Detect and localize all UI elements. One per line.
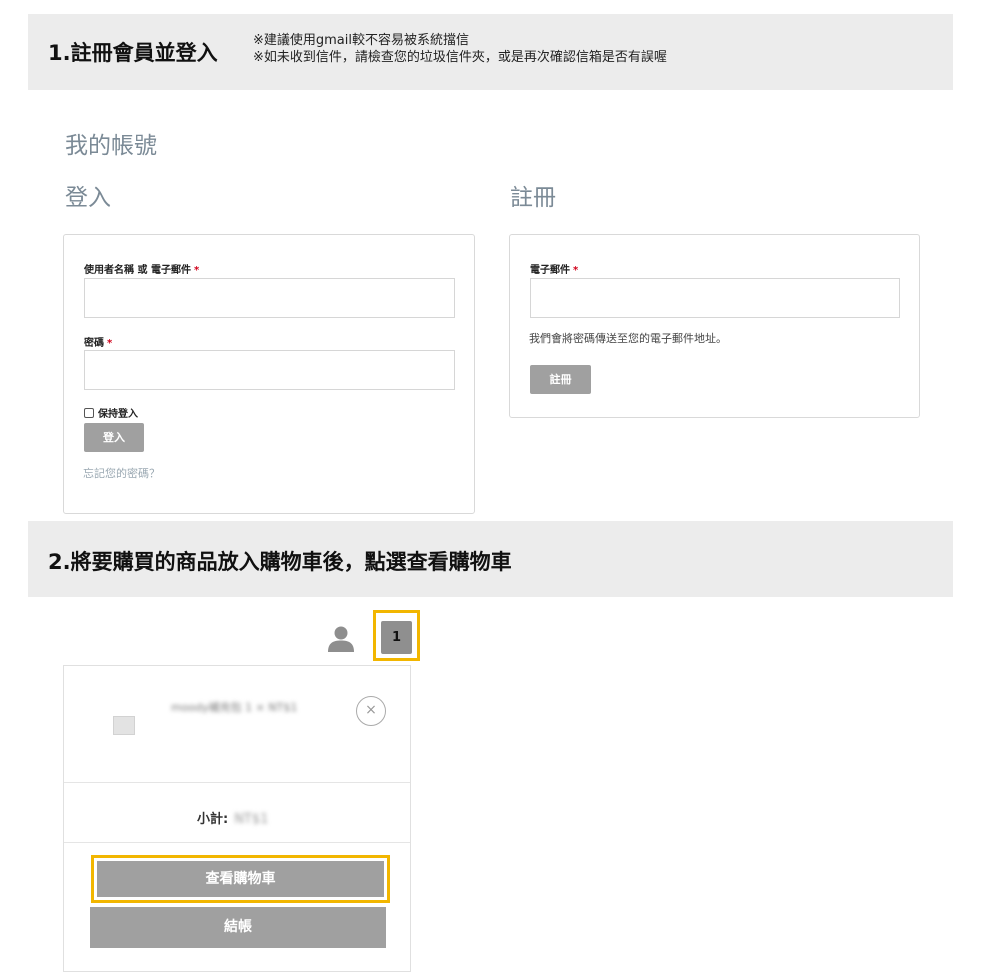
remove-item-button[interactable]: × [356,696,386,726]
remember-me[interactable]: 保持登入 [84,405,138,420]
login-heading: 登入 [65,185,111,211]
user-icon[interactable] [327,624,355,652]
required-mark: * [193,265,200,276]
register-note: 我們會將密碼傳送至您的電子郵件地址。 [529,332,727,345]
username-input[interactable] [84,278,455,318]
register-heading: 註冊 [510,185,556,211]
page-title: 我的帳號 [65,133,157,159]
step1-note-spam: ※如未收到信件，請檢查您的垃圾信件夾，或是再次確認信箱是否有誤喔 [253,50,667,65]
subtotal: 小計: NT$1 [197,808,268,827]
product-image-placeholder-icon [113,716,135,735]
step1-notes: ※建議使用gmail較不容易被系統擋信 ※如未收到信件，請檢查您的垃圾信件夾，或… [253,32,667,66]
step2-title: 2.將要購買的商品放入購物車後，點選查看購物車 [48,550,512,574]
step2-banner: 2.將要購買的商品放入購物車後，點選查看購物車 [28,521,953,597]
register-button[interactable]: 註冊 [530,365,591,394]
register-form: 電子郵件 * 我們會將密碼傳送至您的電子郵件地址。 註冊 [509,234,920,418]
view-cart-button[interactable]: 查看購物車 [97,861,384,897]
password-input[interactable] [84,350,455,390]
checkout-button[interactable]: 結帳 [90,907,386,948]
register-email-label: 電子郵件 * [530,265,579,276]
required-mark: * [107,338,113,349]
forgot-password-link[interactable]: 忘記您的密碼？ [83,465,160,481]
username-label: 使用者名稱 或 電子郵件 * [84,265,200,276]
password-label: 密碼 * [84,338,113,349]
remember-label: 保持登入 [98,409,138,420]
subtotal-value: NT$1 [234,812,269,827]
divider [64,842,410,843]
divider [64,782,410,783]
step1-title: 1.註冊會員並登入 [48,41,218,65]
subtotal-label: 小計: [197,812,229,827]
login-button[interactable]: 登入 [84,423,144,452]
step1-banner: 1.註冊會員並登入 ※建議使用gmail較不容易被系統擋信 ※如未收到信件，請檢… [28,14,953,90]
required-mark: * [573,265,579,276]
cart-item-text[interactable]: moody補充包 1 × NT$1 [171,699,297,715]
step1-note-gmail: ※建議使用gmail較不容易被系統擋信 [253,33,469,48]
register-email-input[interactable] [530,278,900,318]
login-form: 使用者名稱 或 電子郵件 * 密碼 * 保持登入 登入 忘記您的密碼？ [63,234,475,514]
cart-count-badge[interactable]: 1 [381,630,412,645]
remember-checkbox[interactable] [84,407,94,418]
